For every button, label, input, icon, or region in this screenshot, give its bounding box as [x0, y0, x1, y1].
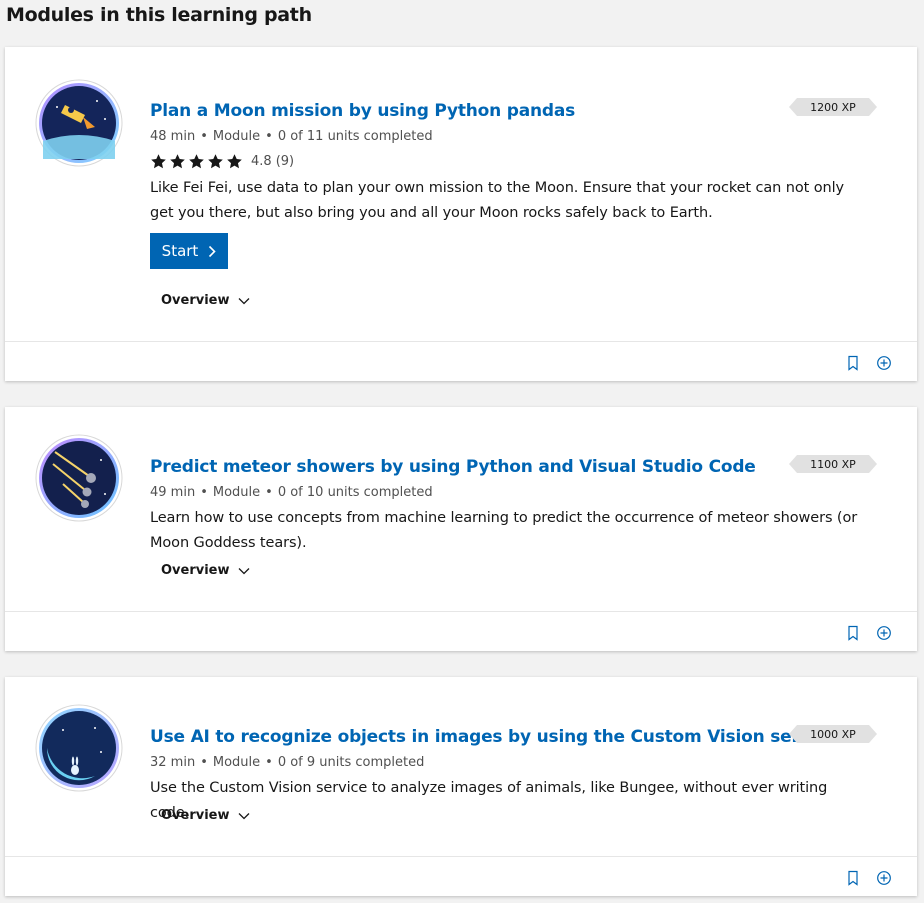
meteor-icon[interactable]: [35, 434, 123, 522]
overview-toggle[interactable]: Overview: [161, 808, 250, 823]
xp-badge: 1200 XP: [789, 98, 877, 116]
module-description: Use the Custom Vision service to analyze…: [150, 780, 828, 821]
duration: 48 min: [150, 129, 196, 144]
bookmark-icon[interactable]: [845, 355, 861, 371]
module-description: Like Fei Fei, use data to plan your own …: [150, 180, 845, 221]
rating-value: 4.8: [251, 154, 272, 169]
duration: 49 min: [150, 485, 196, 500]
star-icon: [151, 154, 166, 169]
bookmark-icon[interactable]: [845, 870, 861, 886]
module-type: Module: [212, 485, 261, 500]
star-icon: [189, 154, 204, 169]
module-card: Use AI to recognize objects in images by…: [5, 677, 917, 896]
chevron-right-icon: [209, 245, 216, 257]
overview-label: Overview: [161, 293, 230, 308]
star-icon: [170, 154, 185, 169]
chevron-down-icon: [238, 297, 249, 304]
add-collection-icon[interactable]: [876, 870, 892, 886]
overview-label: Overview: [161, 563, 230, 578]
bookmark-icon[interactable]: [845, 625, 861, 641]
xp-badge: 1100 XP: [789, 455, 877, 473]
duration: 32 min: [150, 755, 196, 770]
progress-text: 0 of 11 units completed: [277, 129, 433, 144]
overview-toggle[interactable]: Overview: [161, 563, 250, 578]
card-footer: [5, 341, 917, 382]
star-icon: [227, 154, 242, 169]
module-title[interactable]: Predict meteor showers by using Python a…: [150, 457, 756, 477]
rating: 4.8 (9): [150, 153, 294, 170]
overview-label: Overview: [161, 808, 230, 823]
module-card: Predict meteor showers by using Python a…: [5, 407, 917, 651]
progress-text: 0 of 10 units completed: [277, 485, 433, 500]
module-type: Module: [212, 755, 261, 770]
module-card: Plan a Moon mission by using Python pand…: [5, 47, 917, 381]
module-type: Module: [212, 129, 261, 144]
section-title: Modules in this learning path: [6, 4, 312, 26]
progress-text: 0 of 9 units completed: [277, 755, 425, 770]
rating-count: (9): [275, 154, 295, 169]
chevron-down-icon: [238, 567, 249, 574]
module-description: Learn how to use concepts from machine l…: [150, 510, 858, 551]
module-title[interactable]: Use AI to recognize objects in images by…: [150, 727, 838, 747]
xp-badge: 1000 XP: [789, 725, 877, 743]
module-meta: 32 min • Module • 0 of 9 units completed: [150, 755, 425, 770]
rating-stars: [150, 153, 243, 170]
add-collection-icon[interactable]: [876, 355, 892, 371]
start-button[interactable]: Start: [150, 233, 228, 269]
module-title[interactable]: Plan a Moon mission by using Python pand…: [150, 101, 575, 121]
module-meta: 48 min • Module • 0 of 11 units completed: [150, 129, 433, 144]
card-footer: [5, 611, 917, 652]
rocket-icon[interactable]: [35, 79, 123, 167]
chevron-down-icon: [238, 812, 249, 819]
rabbit-moon-icon[interactable]: [35, 704, 123, 792]
star-icon: [208, 154, 223, 169]
card-footer: [5, 856, 917, 897]
start-label: Start: [161, 242, 199, 260]
add-collection-icon[interactable]: [876, 625, 892, 641]
module-meta: 49 min • Module • 0 of 10 units completed: [150, 485, 433, 500]
overview-toggle[interactable]: Overview: [161, 293, 250, 308]
